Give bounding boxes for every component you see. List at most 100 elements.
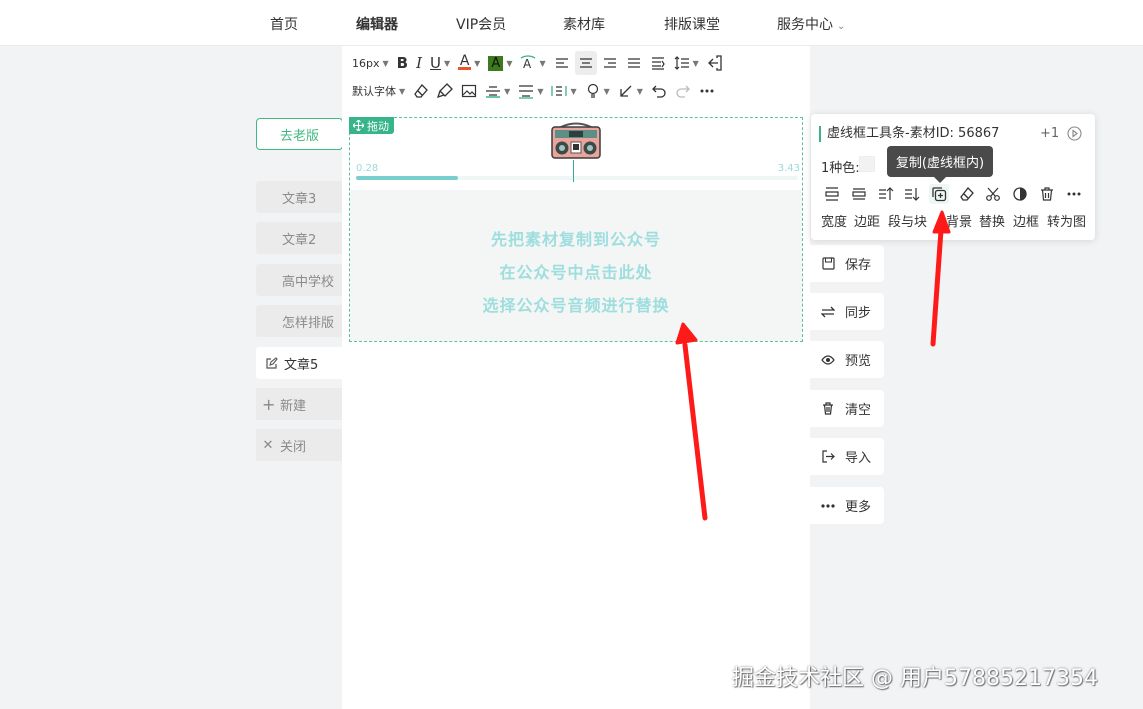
margin-button[interactable]: ▼ — [548, 79, 579, 103]
preview-button[interactable]: 预览 — [810, 341, 884, 378]
playhead-line — [573, 160, 574, 182]
padding-button[interactable] — [849, 184, 869, 204]
edit-icon — [264, 356, 278, 370]
margin-icon — [551, 86, 568, 96]
eye-icon — [821, 353, 835, 367]
chevron-down-icon: ▼ — [399, 86, 406, 96]
paragraph-block-label[interactable]: 段与块 — [888, 211, 927, 230]
audio-progress-track[interactable] — [356, 176, 798, 180]
color-swatch[interactable] — [859, 156, 875, 172]
article-item[interactable]: 高中学校 — [256, 264, 342, 296]
copy-button[interactable] — [929, 184, 949, 204]
chevron-down-icon: ▼ — [570, 86, 577, 96]
font-size-value: 16px — [352, 56, 380, 70]
article-label: 文章5 — [284, 357, 319, 373]
import-button[interactable]: 导入 — [810, 438, 884, 475]
article-item[interactable]: 怎样排版 — [256, 305, 342, 337]
trash-icon — [821, 402, 835, 416]
article-label: 文章3 — [282, 191, 317, 207]
nav-course[interactable]: 排版课堂 — [664, 14, 720, 34]
drag-handle[interactable]: 拖动 — [349, 117, 394, 134]
border-label[interactable]: 边框 — [1013, 211, 1039, 230]
padding-label[interactable]: 边距 — [854, 211, 880, 230]
indent-button[interactable] — [647, 51, 669, 75]
move-up-button[interactable] — [876, 184, 896, 204]
new-label: 新建 — [280, 398, 307, 414]
audio-player[interactable]: 0.28 3.43 — [350, 118, 802, 190]
save-icon — [821, 257, 835, 271]
undo-button[interactable] — [648, 79, 670, 103]
clear-style-button[interactable] — [957, 184, 977, 204]
spacing-button[interactable]: ▼ — [515, 79, 546, 103]
arrow-button[interactable]: ▼ — [615, 79, 646, 103]
panel-more-button[interactable] — [1064, 184, 1084, 204]
like-count[interactable]: +1 — [1040, 126, 1059, 141]
redo-button[interactable] — [672, 79, 694, 103]
to-image-label[interactable]: 转为图 — [1047, 211, 1086, 230]
text-color-button[interactable]: A ▼ — [455, 51, 483, 75]
instruction-line: 先把素材复制到公众号 — [490, 230, 661, 249]
instruction-text[interactable]: 先把素材复制到公众号 在公众号中点击此处 选择公众号音频进行替换 — [350, 190, 802, 341]
toolbar-row-2: 默认字体 ▼ ▼ ▼ ▼ ▼ ▼ — [342, 77, 810, 105]
new-article-button[interactable]: + 新建 — [256, 388, 342, 420]
background-label[interactable]: 背景 — [946, 211, 972, 230]
undo-icon — [652, 85, 666, 98]
nav-editor[interactable]: 编辑器 — [356, 14, 398, 34]
image-button[interactable] — [458, 79, 480, 103]
format-painter-button[interactable] — [434, 79, 456, 103]
arrow-down-left-icon — [620, 85, 632, 97]
clear-format-button[interactable] — [410, 79, 432, 103]
article-item[interactable]: 文章3 — [256, 181, 342, 213]
chevron-down-icon: ▼ — [537, 86, 544, 96]
play-circle-icon[interactable] — [1067, 126, 1082, 141]
exit-button[interactable] — [704, 51, 726, 75]
move-down-button[interactable] — [902, 184, 922, 204]
bold-button[interactable]: B — [394, 51, 411, 75]
justify-button[interactable] — [623, 51, 645, 75]
material-block[interactable]: 0.28 3.43 先把素材复制到公众号 在公众号中点击此处 选择公众号音频进行… — [349, 117, 803, 342]
line-height-button[interactable]: ▼ — [671, 51, 702, 75]
nav-vip[interactable]: VIP会员 — [456, 14, 506, 34]
save-button[interactable]: 保存 — [810, 245, 884, 282]
divider-icon — [486, 86, 501, 98]
editor-canvas[interactable]: 16px ▼ B I U ▼ A ▼ A ▼ A ▼ ▼ 默认字体 ▼ ▼ ▼ ▼ ▼ ▼ — [342, 46, 810, 709]
sync-button[interactable]: 同步 — [810, 293, 884, 330]
width-label[interactable]: 宽度 — [821, 211, 847, 230]
article-item-active[interactable]: 文章5 — [256, 347, 342, 379]
chevron-down-icon: ▼ — [444, 58, 451, 68]
nav-materials[interactable]: 素材库 — [563, 14, 605, 34]
underline-icon: U — [430, 54, 442, 72]
nav-service[interactable]: 服务中心 ⌄ — [777, 14, 845, 34]
cut-button[interactable] — [983, 184, 1003, 204]
width-button[interactable] — [822, 184, 842, 204]
close-article-button[interactable]: ✕ 关闭 — [256, 429, 342, 461]
chevron-down-icon: ▼ — [506, 58, 513, 68]
align-right-button[interactable] — [599, 51, 621, 75]
underline-button[interactable]: U ▼ — [427, 51, 453, 75]
old-version-button[interactable]: 去老版 — [256, 118, 343, 150]
text-effect-button[interactable]: A ▼ — [517, 51, 548, 75]
bg-color-button[interactable]: A ▼ — [485, 51, 515, 75]
divider-button[interactable]: ▼ — [482, 79, 513, 103]
delete-button[interactable] — [1037, 184, 1057, 204]
align-left-button[interactable] — [551, 51, 573, 75]
eraser-icon — [960, 187, 974, 201]
invert-button[interactable] — [1010, 184, 1030, 204]
replace-label[interactable]: 替换 — [979, 211, 1005, 230]
bulb-button[interactable]: ▼ — [582, 79, 613, 103]
more-actions-button[interactable]: 更多 — [810, 487, 884, 524]
drag-label: 拖动 — [367, 119, 389, 133]
article-item[interactable]: 文章2 — [256, 222, 342, 254]
font-family-select[interactable]: 默认字体 ▼ — [349, 79, 408, 103]
close-label: 关闭 — [280, 439, 307, 455]
clear-button[interactable]: 清空 — [810, 390, 884, 427]
align-center-button[interactable] — [574, 51, 597, 75]
font-family-value: 默认字体 — [352, 85, 396, 98]
italic-button[interactable]: I — [413, 51, 425, 75]
nav-home[interactable]: 首页 — [270, 14, 298, 34]
font-size-select[interactable]: 16px ▼ — [349, 51, 392, 75]
more-button[interactable] — [696, 79, 718, 103]
panel-title: 虚线框工具条-素材ID: 56867 — [819, 126, 999, 142]
chevron-down-icon: ▼ — [474, 58, 481, 68]
sync-label: 同步 — [845, 306, 872, 321]
